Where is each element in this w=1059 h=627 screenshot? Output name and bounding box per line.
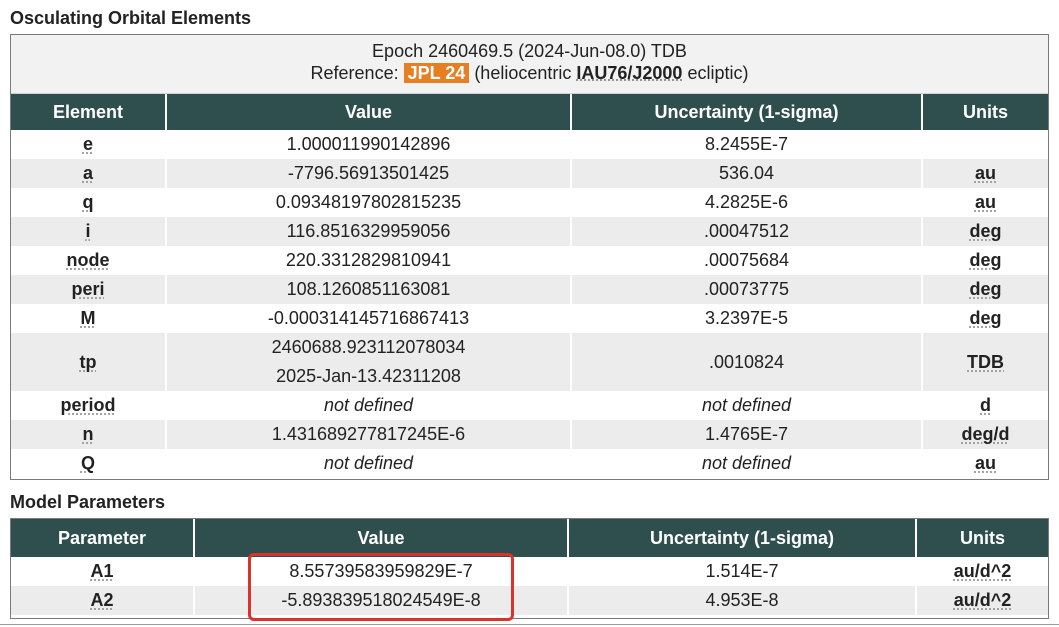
tp-calendar-date: 2025-Jan-13.42311208	[276, 366, 461, 386]
element-units	[921, 130, 1048, 159]
element-value: 0.09348197802815235	[165, 188, 571, 217]
element-label[interactable]: node	[11, 246, 166, 275]
element-units[interactable]: d	[921, 391, 1048, 420]
parameter-label[interactable]: A1	[11, 557, 194, 586]
element-uncertainty: not defined	[570, 391, 922, 420]
table-row: e 1.000011990142896 8.2455E-7	[11, 130, 1048, 159]
reference-line: Reference: JPL 24 (heliocentric IAU76/J2…	[11, 62, 1048, 84]
element-value: -0.000314145716867413	[165, 304, 571, 333]
table-row: peri 108.1260851163081 .00073775 deg	[11, 275, 1048, 304]
header-units: Units	[915, 519, 1048, 557]
element-value: not defined	[165, 391, 571, 420]
model-parameters-panel: Parameter Value Uncertainty (1-sigma) Un…	[10, 518, 1049, 619]
element-label[interactable]: a	[11, 159, 166, 188]
element-value: 108.1260851163081	[165, 275, 571, 304]
element-label[interactable]: i	[11, 217, 166, 246]
table-row: A2 -5.893839518024549E-8 4.953E-8 au/d^2	[11, 586, 1048, 615]
element-units[interactable]: TDB	[921, 333, 1048, 391]
element-uncertainty: 1.4765E-7	[570, 420, 922, 449]
element-uncertainty: 536.04	[570, 159, 922, 188]
reference-mid: (heliocentric	[469, 63, 577, 83]
parameter-uncertainty: 4.953E-8	[567, 586, 916, 615]
table-row: n 1.431689277817245E-6 1.4765E-7 deg/d	[11, 420, 1048, 449]
tp-julian-date: 2460688.923112078034	[271, 337, 466, 357]
orbital-elements-table: Element Value Uncertainty (1-sigma) Unit…	[11, 94, 1048, 478]
element-value: -7796.56913501425	[165, 159, 571, 188]
header-uncertainty: Uncertainty (1-sigma)	[570, 94, 922, 130]
parameter-uncertainty: 1.514E-7	[567, 557, 916, 586]
header-parameter: Parameter	[11, 519, 194, 557]
header-value: Value	[165, 94, 571, 130]
element-uncertainty: .00073775	[570, 275, 922, 304]
reference-badge[interactable]: JPL 24	[403, 63, 470, 83]
table-row: period not defined not defined d	[11, 391, 1048, 420]
element-units[interactable]: deg	[921, 304, 1048, 333]
element-label[interactable]: e	[11, 130, 166, 159]
bottom-divider	[0, 624, 1059, 625]
model-header-row: Parameter Value Uncertainty (1-sigma) Un…	[11, 519, 1048, 557]
header-units: Units	[921, 94, 1048, 130]
element-label[interactable]: tp	[11, 333, 166, 391]
element-value: 116.8516329959056	[165, 217, 571, 246]
table-row: a -7796.56913501425 536.04 au	[11, 159, 1048, 188]
orbital-elements-panel: Epoch 2460469.5 (2024-Jun-08.0) TDB Refe…	[10, 34, 1049, 480]
element-label[interactable]: period	[11, 391, 166, 420]
element-label[interactable]: q	[11, 188, 166, 217]
parameter-value: -5.893839518024549E-8	[193, 586, 568, 615]
element-units[interactable]: deg/d	[921, 420, 1048, 449]
element-value: not defined	[165, 449, 571, 478]
parameter-label[interactable]: A2	[11, 586, 194, 615]
element-units[interactable]: au	[921, 188, 1048, 217]
element-uncertainty: .00075684	[570, 246, 922, 275]
table-row: M -0.000314145716867413 3.2397E-5 deg	[11, 304, 1048, 333]
model-parameters-title: Model Parameters	[10, 492, 166, 512]
orbital-header-row: Element Value Uncertainty (1-sigma) Unit…	[11, 94, 1048, 130]
element-units[interactable]: au	[921, 449, 1048, 478]
element-uncertainty: 3.2397E-5	[570, 304, 922, 333]
element-value: 1.000011990142896	[165, 130, 571, 159]
reference-prefix: Reference:	[310, 63, 404, 83]
header-element: Element	[11, 94, 166, 130]
table-row: node 220.3312829810941 .00075684 deg	[11, 246, 1048, 275]
table-row: i 116.8516329959056 .00047512 deg	[11, 217, 1048, 246]
element-label[interactable]: peri	[11, 275, 166, 304]
reference-frame[interactable]: IAU76/J2000	[576, 63, 682, 83]
element-uncertainty: .0010824	[570, 333, 922, 391]
element-units[interactable]: deg	[921, 217, 1048, 246]
element-label[interactable]: n	[11, 420, 166, 449]
element-units[interactable]: deg	[921, 246, 1048, 275]
epoch-reference-box: Epoch 2460469.5 (2024-Jun-08.0) TDB Refe…	[11, 35, 1048, 94]
element-value: 2460688.923112078034 2025-Jan-13.4231120…	[165, 333, 571, 391]
orbital-elements-title: Osculating Orbital Elements	[10, 8, 252, 28]
element-uncertainty: not defined	[570, 449, 922, 478]
table-row: q 0.09348197802815235 4.2825E-6 au	[11, 188, 1048, 217]
table-row: tp 2460688.923112078034 2025-Jan-13.4231…	[11, 333, 1048, 391]
element-uncertainty: .00047512	[570, 217, 922, 246]
element-units[interactable]: deg	[921, 275, 1048, 304]
parameter-value: 8.55739583959829E-7	[193, 557, 568, 586]
element-label[interactable]: Q	[11, 449, 166, 478]
table-row: Q not defined not defined au	[11, 449, 1048, 478]
header-uncertainty: Uncertainty (1-sigma)	[567, 519, 916, 557]
header-value: Value	[193, 519, 568, 557]
parameter-units[interactable]: au/d^2	[915, 557, 1048, 586]
element-uncertainty: 8.2455E-7	[570, 130, 922, 159]
element-units[interactable]: au	[921, 159, 1048, 188]
element-value: 1.431689277817245E-6	[165, 420, 571, 449]
model-parameters-table: Parameter Value Uncertainty (1-sigma) Un…	[11, 519, 1048, 615]
element-label[interactable]: M	[11, 304, 166, 333]
element-value: 220.3312829810941	[165, 246, 571, 275]
element-uncertainty: 4.2825E-6	[570, 188, 922, 217]
epoch-line: Epoch 2460469.5 (2024-Jun-08.0) TDB	[372, 41, 687, 61]
reference-suffix: ecliptic)	[682, 63, 749, 83]
parameter-units[interactable]: au/d^2	[915, 586, 1048, 615]
table-row: A1 8.55739583959829E-7 1.514E-7 au/d^2	[11, 557, 1048, 586]
